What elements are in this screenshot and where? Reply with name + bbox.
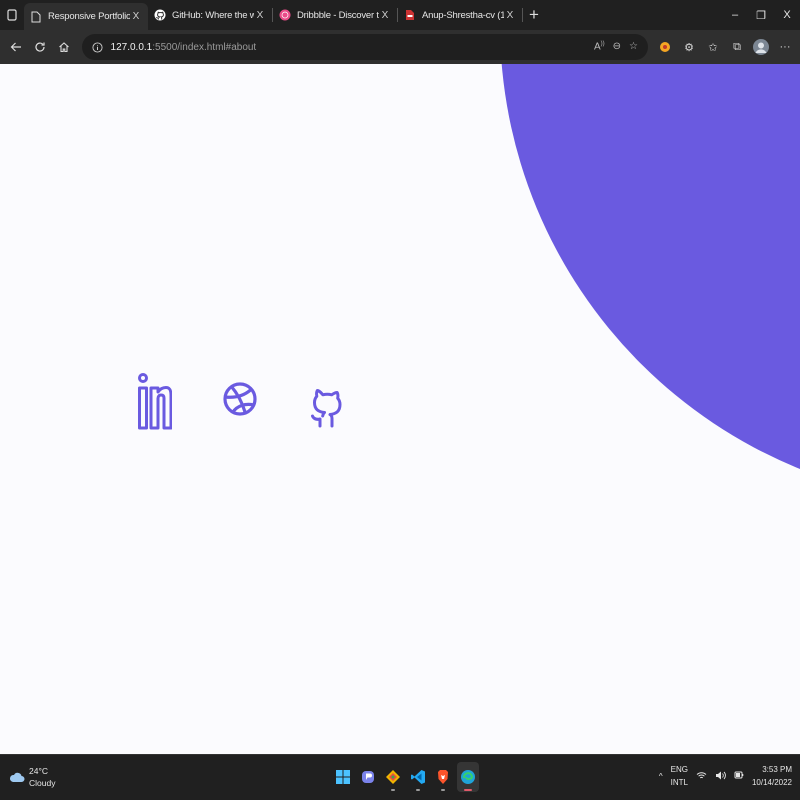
input-language-button[interactable]: ENG INTL xyxy=(671,763,688,789)
weather-widget[interactable]: 24°C Cloudy xyxy=(9,765,55,789)
cloud-icon xyxy=(9,772,25,782)
more-menu-button[interactable]: ··· xyxy=(774,36,796,58)
extensions-area: ⚙ ✩ ⧉ ··· xyxy=(654,36,796,58)
github-icon xyxy=(311,389,342,428)
github-link[interactable] xyxy=(307,368,345,430)
home-icon xyxy=(58,42,69,53)
taskbar-apps xyxy=(332,762,479,792)
github-favicon-icon xyxy=(154,9,166,21)
wifi-icon[interactable] xyxy=(696,771,707,782)
minimize-button[interactable]: – xyxy=(722,0,748,30)
git-app-button[interactable] xyxy=(382,762,404,792)
back-button[interactable] xyxy=(4,35,28,59)
tab-actions-button[interactable] xyxy=(0,0,24,30)
tab-title: Dribbble - Discover the World's Top Desi… xyxy=(297,9,379,21)
favorite-star-icon[interactable]: ☆ xyxy=(629,41,638,52)
new-tab-button[interactable]: + xyxy=(523,0,545,30)
tab-github[interactable]: GitHub: Where the world builds software … xyxy=(148,0,272,30)
language-code: ENG xyxy=(670,765,688,774)
browser-toolbar: 127.0.0.1:5500/index.html#about A)) ⊖ ☆ … xyxy=(0,30,800,64)
teams-icon xyxy=(362,771,374,783)
clock-button[interactable]: 3:53 PM 10/14/2022 xyxy=(752,763,792,789)
vscode-icon xyxy=(411,770,425,784)
tab-title: Responsive Portfolio Website xyxy=(48,11,130,22)
refresh-icon xyxy=(35,42,45,52)
tab-close-button[interactable]: X xyxy=(130,11,142,22)
show-hidden-icons-button[interactable]: ^ xyxy=(659,772,663,781)
clock-time: 3:53 PM xyxy=(762,765,792,774)
system-tray: ^ ENG INTL 3:53 PM 10/14/2022 xyxy=(659,763,792,789)
url-path: :5500/index.html#about xyxy=(152,41,257,53)
edge-icon xyxy=(461,770,475,784)
active-indicator xyxy=(464,789,472,791)
weather-temperature: 24°C xyxy=(29,766,48,776)
volume-icon[interactable] xyxy=(715,771,726,782)
tab-actions-icon xyxy=(7,9,17,21)
home-button[interactable] xyxy=(52,35,76,59)
arrow-left-icon xyxy=(10,42,21,52)
edge-app-button[interactable] xyxy=(457,762,479,792)
tab-title: Anup-Shrestha-cv (1).pdf xyxy=(422,9,504,21)
dribbble-icon xyxy=(223,382,257,416)
tab-title: GitHub: Where the world builds software xyxy=(172,9,254,21)
start-button[interactable] xyxy=(332,762,354,792)
info-icon[interactable] xyxy=(91,41,103,53)
battery-icon[interactable] xyxy=(734,770,744,782)
social-links xyxy=(135,368,345,430)
linkedin-icon xyxy=(138,373,172,430)
profile-avatar[interactable] xyxy=(750,36,772,58)
restore-button[interactable]: ❐ xyxy=(748,0,774,30)
dribbble-favicon-icon xyxy=(279,9,291,21)
tab-strip: Responsive Portfolio Website X GitHub: W… xyxy=(0,0,800,30)
brave-icon xyxy=(438,770,448,784)
clock-date: 10/14/2022 xyxy=(751,778,792,787)
read-aloud-icon[interactable]: A)) xyxy=(594,41,605,52)
window-controls: – ❐ X xyxy=(722,0,800,30)
close-window-button[interactable]: X xyxy=(774,0,800,30)
hero-accent-shape xyxy=(500,64,800,504)
refresh-button[interactable] xyxy=(28,35,52,59)
tab-cv-pdf[interactable]: Anup-Shrestha-cv (1).pdf X xyxy=(398,0,522,30)
brave-app-button[interactable] xyxy=(432,762,454,792)
running-indicator xyxy=(416,789,420,791)
weather-condition: Cloudy xyxy=(29,778,56,788)
tab-portfolio[interactable]: Responsive Portfolio Website X xyxy=(24,3,148,30)
git-icon xyxy=(386,770,400,784)
tab-close-button[interactable]: X xyxy=(504,10,516,21)
zoom-icon[interactable]: ⊖ xyxy=(613,41,621,52)
running-indicator xyxy=(441,789,445,791)
tab-dribbble[interactable]: Dribbble - Discover the World's Top Desi… xyxy=(273,0,397,30)
puzzle-icon[interactable]: ⚙ xyxy=(678,36,700,58)
page-icon xyxy=(30,11,42,23)
address-bar[interactable]: 127.0.0.1:5500/index.html#about A)) ⊖ ☆ xyxy=(81,34,648,60)
address-bar-actions: A)) ⊖ ☆ xyxy=(594,41,638,52)
dribbble-link[interactable] xyxy=(221,368,259,430)
extension-icon[interactable] xyxy=(654,36,676,58)
url-host: 127.0.0.1 xyxy=(110,41,153,53)
linkedin-link[interactable] xyxy=(135,368,173,430)
teams-app-button[interactable] xyxy=(357,762,379,792)
collections-icon[interactable]: ⧉ xyxy=(726,36,748,58)
taskbar: 24°C Cloudy ^ ENG INTL 3:53 PM 10/14/202… xyxy=(0,754,800,800)
windows-icon xyxy=(336,770,350,784)
running-indicator xyxy=(391,789,395,791)
keyboard-layout: INTL xyxy=(670,778,688,787)
tab-close-button[interactable]: X xyxy=(254,10,266,21)
page-viewport xyxy=(0,64,800,754)
favorites-icon[interactable]: ✩ xyxy=(702,36,724,58)
tab-close-button[interactable]: X xyxy=(379,10,391,21)
vscode-app-button[interactable] xyxy=(407,762,429,792)
pdf-favicon-icon xyxy=(404,9,416,21)
